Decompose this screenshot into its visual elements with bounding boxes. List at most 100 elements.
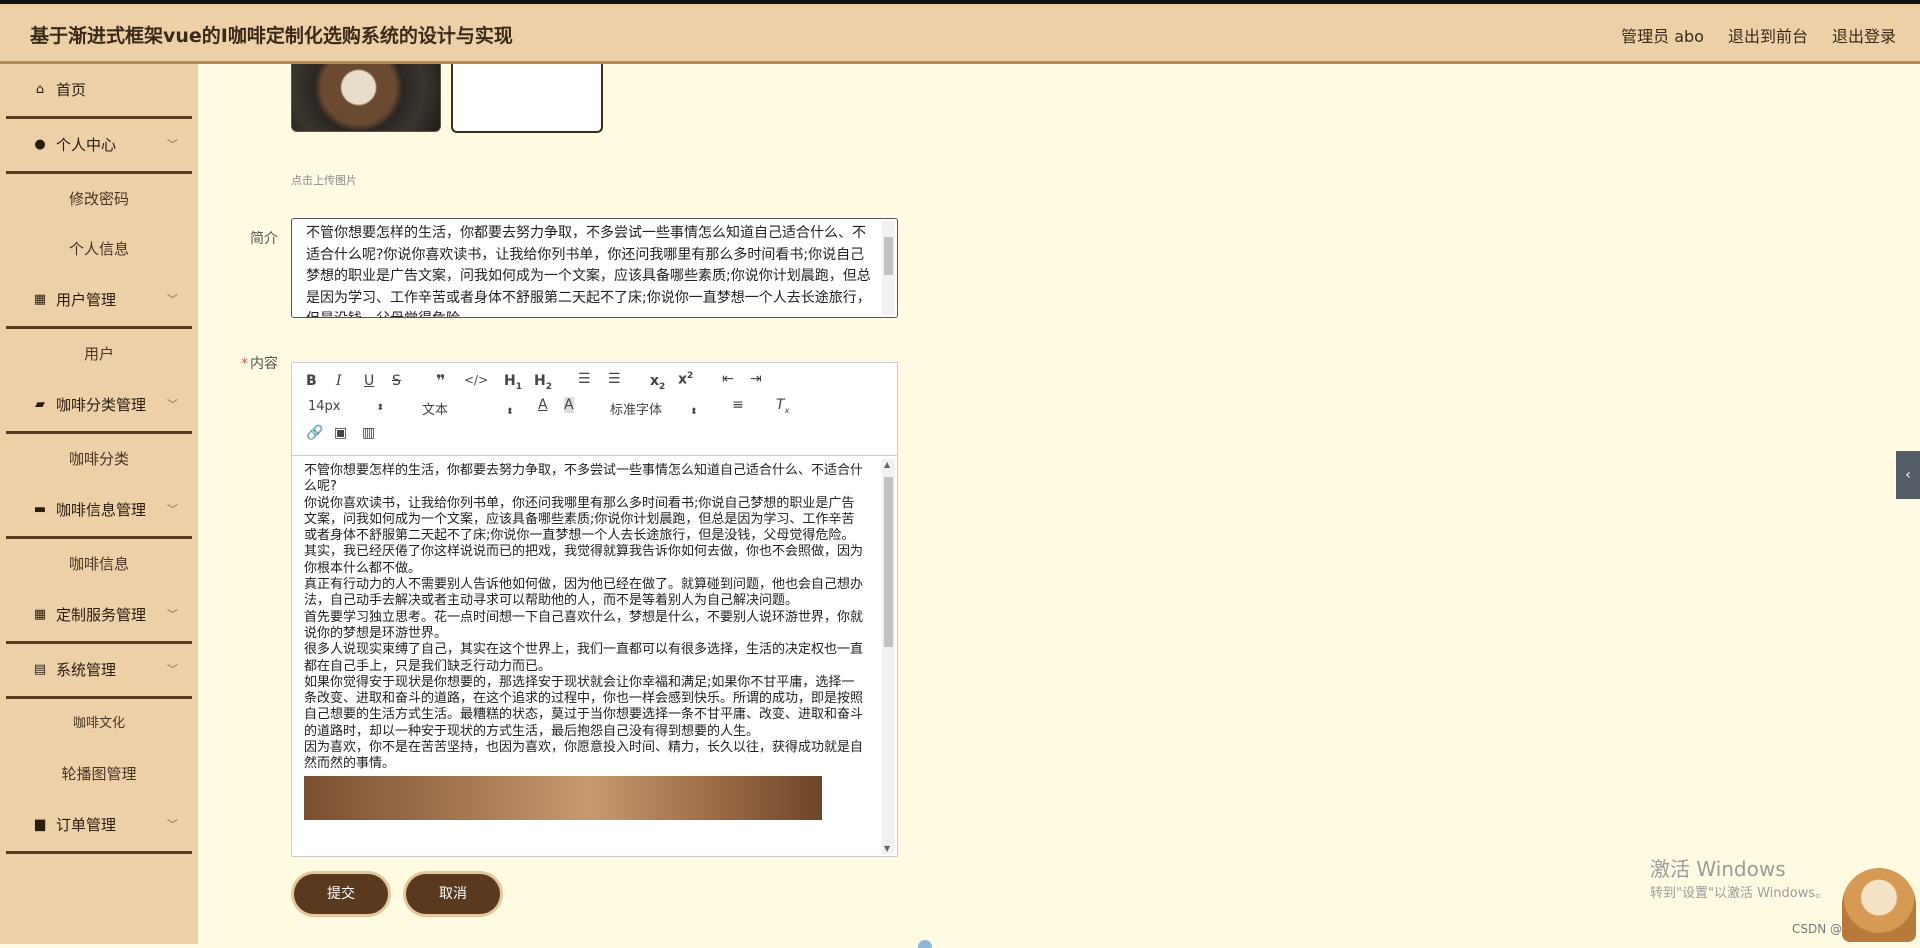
- editor-paragraph: 很多人说现实束缚了自己，其实在这个世界上，我们一直都可以有很多选择，生活的决定权…: [304, 642, 864, 674]
- activation-watermark-subtitle: 转到"设置"以激活 Windows。: [1650, 886, 1829, 901]
- intro-scrollbar[interactable]: [882, 221, 895, 315]
- editor-paragraph: 首先要学习独立思考。花一点时间想一下自己喜欢什么，梦想是什么，不要别人说环游世界…: [304, 609, 864, 641]
- sidebar-item-label: 系统管理: [56, 661, 117, 679]
- bold-button[interactable]: B: [306, 373, 317, 389]
- editor-toolbar: B I U S ❞ </> H1 H2 ☰ ☰ x2 x2 ⇤ ⇥ 14px ⬍ …: [292, 363, 897, 456]
- chevron-left-icon: ‹: [1905, 467, 1911, 483]
- sidebar-item-label: 个人中心: [56, 136, 117, 154]
- sidebar-item-user-management[interactable]: ▦ 用户管理 ﹀: [6, 274, 192, 329]
- link-icon[interactable]: 🔗: [306, 425, 323, 441]
- sidebar-item-coffee-culture[interactable]: 咖啡文化: [0, 699, 198, 749]
- editor-paragraph: 如果你觉得安于现状是你想要的，那选择安于现状就会让你幸福和满足;如果你不甘平庸，…: [304, 674, 864, 739]
- upload-hint: 点击上传图片: [291, 174, 357, 187]
- subscript-button[interactable]: x2: [650, 373, 665, 392]
- text-color-icon[interactable]: A: [538, 397, 548, 413]
- main-content: 点击上传图片 简介 不管你想要怎样的生活，你都要去努力争取，不多尝试一些事情怎么…: [198, 64, 1920, 944]
- sidebar-item-personal-center[interactable]: ● 个人中心 ﹀: [6, 119, 192, 174]
- top-links: 管理员 abo 退出到前台 退出登录: [1621, 23, 1896, 47]
- intro-text[interactable]: 不管你想要怎样的生活，你都要去努力争取，不多尝试一些事情怎么知道自己适合什么、不…: [306, 223, 876, 317]
- code-block-icon[interactable]: </>: [464, 373, 488, 387]
- chevron-down-icon: ﹀: [167, 608, 178, 621]
- admin-user-link[interactable]: 管理员 abo: [1621, 23, 1704, 47]
- chevron-down-icon: ﹀: [167, 663, 178, 676]
- editor-paragraph: 因为喜欢，你不是在苦苦坚持，也因为喜欢，你愿意投入时间、精力，长久以往，获得成功…: [304, 740, 864, 772]
- clear-format-icon[interactable]: Tx: [776, 397, 789, 415]
- background-color-icon[interactable]: A: [564, 397, 574, 413]
- back-to-frontend-link[interactable]: 退出到前台: [1728, 23, 1808, 47]
- top-bar: 基于渐进式框架vue的I咖啡定制化选购系统的设计与实现 管理员 abo 退出到前…: [0, 0, 1920, 64]
- sidebar-item-coffee-category-management[interactable]: ▰ 咖啡分类管理 ﹀: [6, 379, 192, 434]
- video-icon[interactable]: ▥: [362, 425, 375, 441]
- side-drawer-toggle[interactable]: ‹: [1896, 451, 1920, 499]
- grid-icon: ▦: [33, 292, 47, 307]
- heading2-button[interactable]: H2: [534, 373, 552, 392]
- app-title: 基于渐进式框架vue的I咖啡定制化选购系统的设计与实现: [30, 25, 513, 47]
- sidebar-item-home[interactable]: ⌂ 首页: [6, 64, 192, 119]
- cancel-button[interactable]: 取消: [406, 874, 500, 914]
- chevron-down-icon: ﹀: [167, 818, 178, 831]
- submit-button[interactable]: 提交: [294, 874, 388, 914]
- italic-button[interactable]: I: [336, 373, 342, 389]
- uploaded-image-thumbnail[interactable]: [291, 64, 441, 132]
- sidebar-item-label: 咖啡分类管理: [56, 396, 147, 414]
- indent-icon[interactable]: ⇥: [750, 371, 762, 387]
- scroll-up-icon[interactable]: ▲: [884, 460, 890, 469]
- intro-textarea[interactable]: 不管你想要怎样的生活，你都要去努力争取，不多尝试一些事情怎么知道自己适合什么、不…: [291, 218, 898, 318]
- editor-paragraph: 不管你想要怎样的生活，你都要去努力争取，不多尝试一些事情怎么知道自己适合什么、不…: [304, 463, 864, 495]
- sidebar-item-coffee-info-management[interactable]: ▬ 咖啡信息管理 ﹀: [6, 484, 192, 539]
- clipboard-icon: ▤: [33, 662, 47, 677]
- superscript-button[interactable]: x2: [678, 371, 693, 388]
- editor-paragraph: 其实，我已经厌倦了你这样说说而已的把戏，我觉得就算我告诉你如何去做，你也不会照做…: [304, 544, 864, 576]
- briefcase-icon: ▬: [33, 502, 47, 517]
- align-icon[interactable]: ≡: [732, 397, 744, 413]
- editor-content[interactable]: 不管你想要怎样的生活，你都要去努力争取，不多尝试一些事情怎么知道自己适合什么、不…: [304, 463, 864, 853]
- grid-icon: ▦: [33, 607, 47, 622]
- tag-icon: ▰: [35, 397, 45, 412]
- editor-scrollbar[interactable]: ▲ ▼: [882, 459, 895, 854]
- heading1-button[interactable]: H1: [504, 373, 522, 392]
- sidebar-item-change-password[interactable]: 修改密码: [0, 174, 198, 224]
- page-scroll-indicator: [918, 940, 932, 948]
- logout-link[interactable]: 退出登录: [1832, 23, 1896, 47]
- underline-button[interactable]: U: [364, 373, 374, 389]
- sidebar-item-users[interactable]: 用户: [0, 329, 198, 379]
- sidebar-item-system-management[interactable]: ▤ 系统管理 ﹀: [6, 644, 192, 699]
- bullet-list-icon[interactable]: ☰: [608, 371, 621, 387]
- activation-watermark-title: 激活 Windows: [1650, 857, 1786, 881]
- sidebar-item-coffee-category[interactable]: 咖啡分类: [0, 434, 198, 484]
- content-label: * 内容: [241, 356, 278, 372]
- strike-button[interactable]: S: [392, 373, 401, 389]
- home-icon: ⌂: [35, 82, 45, 97]
- sidebar-item-personal-info[interactable]: 个人信息: [0, 224, 198, 274]
- chevron-down-icon: ﹀: [167, 293, 178, 306]
- blockquote-icon[interactable]: ❞: [436, 371, 445, 390]
- font-size-select[interactable]: 14px ⬍: [308, 399, 384, 414]
- font-family-select[interactable]: 标准字体 ⬍: [610, 399, 698, 418]
- ordered-list-icon[interactable]: ☰: [578, 371, 591, 387]
- chevron-down-icon: ﹀: [167, 503, 178, 516]
- sidebar-item-label: 用户管理: [56, 291, 117, 309]
- rich-text-editor: B I U S ❞ </> H1 H2 ☰ ☰ x2 x2 ⇤ ⇥ 14px ⬍ …: [291, 362, 898, 857]
- sidebar-item-custom-service-management[interactable]: ▦ 定制服务管理 ﹀: [6, 589, 192, 644]
- editor-paragraph: 你说你喜欢读书，让我给你列书单，你还问我哪里有那么多时间看书;你说自己梦想的职业…: [304, 495, 855, 544]
- outdent-icon[interactable]: ⇤: [722, 371, 734, 387]
- sidebar-item-coffee-info[interactable]: 咖啡信息: [0, 539, 198, 589]
- dog-mascot-image: [1842, 868, 1916, 942]
- user-icon: ●: [34, 137, 46, 152]
- sidebar-item-label: 首页: [56, 81, 87, 99]
- chevron-down-icon: ﹀: [167, 398, 178, 411]
- sidebar-item-carousel-management[interactable]: 轮播图管理: [0, 749, 198, 799]
- editor-paragraph: 真正有行动力的人不需要别人告诉他如何做，因为他已经在做了。就算碰到问题，他也会自…: [304, 577, 864, 609]
- sidebar-item-label: 咖啡信息管理: [56, 501, 147, 519]
- editor-inline-image: [304, 775, 822, 820]
- sidebar: ⌂ 首页 ● 个人中心 ﹀ 修改密码 个人信息 ▦ 用户管理 ﹀ 用户 ▰ 咖啡…: [0, 64, 198, 944]
- image-upload-button[interactable]: [451, 64, 603, 133]
- sidebar-item-label: 定制服务管理: [56, 606, 147, 624]
- sidebar-item-label: 订单管理: [56, 816, 117, 834]
- printer-icon: ▆: [35, 817, 45, 832]
- scroll-down-icon[interactable]: ▼: [884, 844, 890, 853]
- sidebar-item-order-management[interactable]: ▆ 订单管理 ﹀: [6, 799, 192, 854]
- block-type-select[interactable]: 文本 ⬍: [422, 399, 514, 418]
- chevron-down-icon: ﹀: [167, 138, 178, 151]
- image-icon[interactable]: ▣: [334, 425, 347, 441]
